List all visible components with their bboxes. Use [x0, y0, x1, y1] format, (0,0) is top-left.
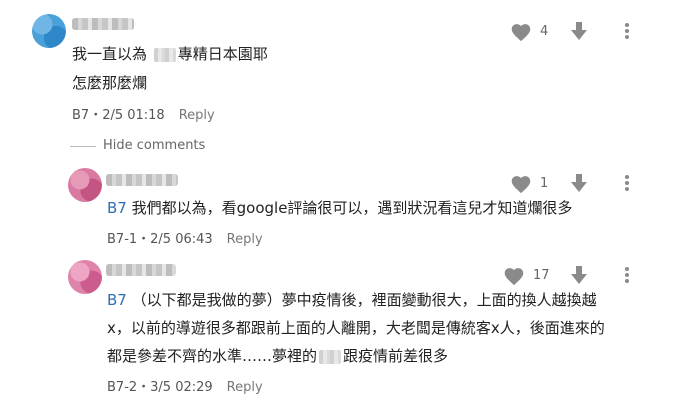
- blurred-word: [319, 349, 342, 364]
- avatar[interactable]: [68, 168, 102, 202]
- username-blurred[interactable]: [72, 18, 134, 30]
- comment-meta: B7・2/5 01:18 Reply: [72, 108, 215, 123]
- more-menu-icon[interactable]: [624, 266, 630, 288]
- avatar[interactable]: [32, 14, 66, 48]
- reply-button[interactable]: Reply: [227, 232, 263, 247]
- comment-text-line-1: 我一直以為 專精日本園耶: [72, 45, 268, 63]
- username-blurred[interactable]: [106, 264, 176, 276]
- like-count: 17: [533, 268, 550, 283]
- more-menu-icon[interactable]: [624, 174, 630, 196]
- divider-line: [70, 146, 96, 147]
- hide-comments-toggle[interactable]: Hide comments: [103, 138, 205, 153]
- username-blurred[interactable]: [106, 174, 178, 186]
- mention-link[interactable]: B7: [107, 291, 127, 309]
- reply-meta: B7-1・2/5 06:43 Reply: [107, 232, 263, 247]
- reply-text-line-3: 都是參差不齊的水準……夢裡的 跟疫情前差很多: [107, 347, 449, 365]
- heart-icon[interactable]: [503, 266, 525, 290]
- downvote-arrow-icon[interactable]: [570, 265, 588, 289]
- reply-text: B7 我們都以為，看google評論很可以，遇到狀況看這兒才知道爛很多: [107, 199, 573, 217]
- downvote-arrow-icon[interactable]: [570, 173, 588, 197]
- like-count: 1: [540, 176, 549, 191]
- heart-icon[interactable]: [510, 22, 532, 46]
- avatar[interactable]: [68, 260, 102, 294]
- reply-text-line-1: B7 （以下都是我做的夢）夢中疫情後，裡面變動很大，上面的換人越換越: [107, 291, 597, 309]
- heart-icon[interactable]: [510, 174, 532, 198]
- reply-button[interactable]: Reply: [227, 380, 263, 395]
- like-count: 4: [540, 24, 549, 39]
- mention-link[interactable]: B7: [107, 199, 127, 217]
- blurred-word: [153, 47, 176, 62]
- reply-button[interactable]: Reply: [179, 108, 215, 123]
- reply-meta: B7-2・3/5 02:29 Reply: [107, 380, 263, 395]
- more-menu-icon[interactable]: [624, 22, 630, 44]
- reply-text-line-2: x，以前的導遊很多都跟前上面的人離開，大老闆是傳統客x人，後面進來的: [107, 319, 605, 337]
- comment-text-line-2: 怎麼那麼爛: [72, 74, 148, 92]
- downvote-arrow-icon[interactable]: [570, 21, 588, 45]
